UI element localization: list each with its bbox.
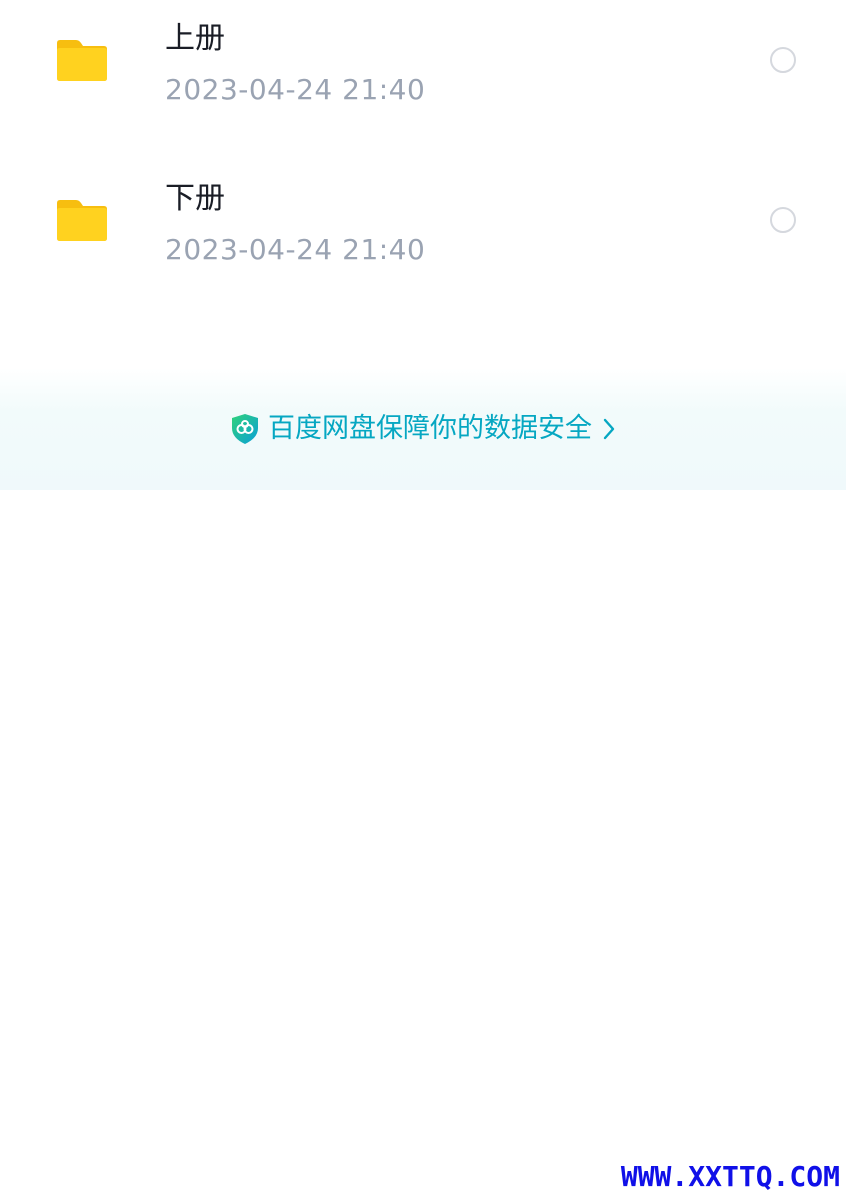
file-modified-time: 2023-04-24 21:40 <box>165 73 426 106</box>
security-banner: 百度网盘保障你的数据安全 <box>0 368 846 490</box>
select-checkbox[interactable] <box>770 47 796 73</box>
file-modified-time: 2023-04-24 21:40 <box>165 233 426 266</box>
shield-icon <box>232 414 258 444</box>
file-browser-page: 上册 2023-04-24 21:40 下册 2023-04-24 21:40 <box>0 0 846 1200</box>
folder-icon <box>57 40 107 81</box>
security-info-link[interactable]: 百度网盘保障你的数据安全 <box>230 411 616 447</box>
select-checkbox[interactable] <box>770 207 796 233</box>
file-row[interactable]: 上册 2023-04-24 21:40 <box>0 0 846 160</box>
file-row[interactable]: 下册 2023-04-24 21:40 <box>0 160 846 320</box>
watermark: WWW.XXTTQ.COM <box>620 1160 840 1193</box>
security-banner-text: 百度网盘保障你的数据安全 <box>268 413 592 444</box>
chevron-right-icon <box>603 418 615 440</box>
file-name: 上册 <box>165 21 225 56</box>
file-name: 下册 <box>165 181 225 216</box>
folder-icon <box>57 200 107 241</box>
file-list: 上册 2023-04-24 21:40 下册 2023-04-24 21:40 <box>0 0 846 320</box>
